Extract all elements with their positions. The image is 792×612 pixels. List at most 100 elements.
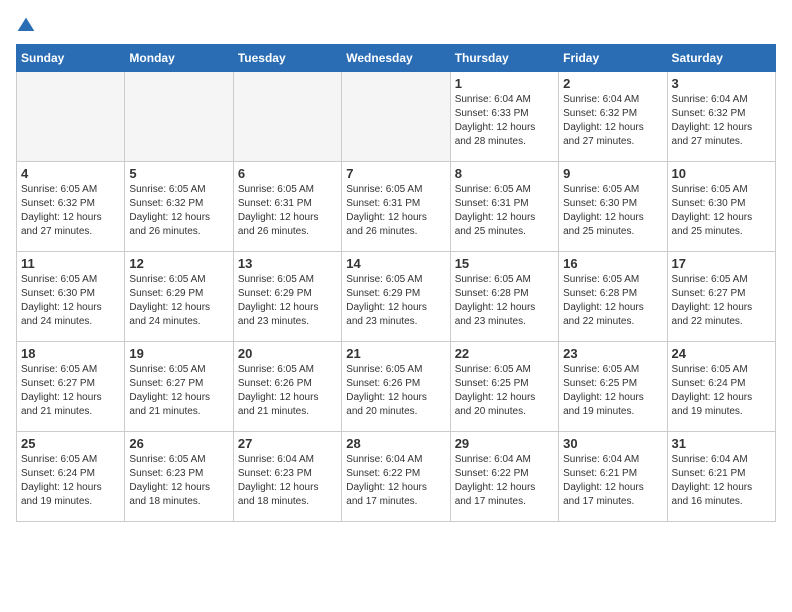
- day-info: Sunrise: 6:04 AM Sunset: 6:23 PM Dayligh…: [238, 453, 337, 509]
- day-number: 31: [672, 436, 771, 451]
- day-number: 9: [563, 166, 662, 181]
- day-number: 10: [672, 166, 771, 181]
- calendar-day-cell: 11 Sunrise: 6:05 AM Sunset: 6:30 PM Dayli…: [17, 252, 125, 342]
- logo-icon: [16, 16, 36, 36]
- day-number: 18: [21, 346, 120, 361]
- day-number: 25: [21, 436, 120, 451]
- day-number: 14: [346, 256, 445, 271]
- day-info: Sunrise: 6:05 AM Sunset: 6:26 PM Dayligh…: [346, 363, 445, 419]
- calendar-day-cell: 31 Sunrise: 6:04 AM Sunset: 6:21 PM Dayli…: [667, 432, 775, 522]
- day-info: Sunrise: 6:05 AM Sunset: 6:25 PM Dayligh…: [455, 363, 554, 419]
- calendar-day-cell: 22Sunrise: 6:05 AM Sunset: 6:25 PM Dayli…: [450, 342, 558, 432]
- day-info: Sunrise: 6:05 AM Sunset: 6:24 PM Dayligh…: [21, 453, 120, 509]
- calendar-week-row: 11 Sunrise: 6:05 AM Sunset: 6:30 PM Dayli…: [17, 252, 776, 342]
- day-info: Sunrise: 6:05 AM Sunset: 6:30 PM Dayligh…: [563, 183, 662, 239]
- day-info: Sunrise: 6:04 AM Sunset: 6:21 PM Dayligh…: [672, 453, 771, 509]
- calendar-day-cell: 18 Sunrise: 6:05 AM Sunset: 6:27 PM Dayli…: [17, 342, 125, 432]
- calendar-day-cell: [233, 72, 341, 162]
- calendar-day-cell: 14 Sunrise: 6:05 AM Sunset: 6:29 PM Dayli…: [342, 252, 450, 342]
- day-number: 7: [346, 166, 445, 181]
- page-header: [16, 16, 776, 36]
- day-of-week-header: Wednesday: [342, 45, 450, 72]
- day-number: 4: [21, 166, 120, 181]
- day-of-week-header: Monday: [125, 45, 233, 72]
- day-number: 15: [455, 256, 554, 271]
- day-info: Sunrise: 6:05 AM Sunset: 6:27 PM Dayligh…: [21, 363, 120, 419]
- calendar-day-cell: 2 Sunrise: 6:04 AM Sunset: 6:32 PM Daylig…: [559, 72, 667, 162]
- day-info: Sunrise: 6:05 AM Sunset: 6:28 PM Dayligh…: [455, 273, 554, 329]
- calendar-day-cell: 24 Sunrise: 6:05 AM Sunset: 6:24 PM Dayli…: [667, 342, 775, 432]
- calendar-day-cell: 4 Sunrise: 6:05 AM Sunset: 6:32 PM Daylig…: [17, 162, 125, 252]
- day-info: Sunrise: 6:04 AM Sunset: 6:21 PM Dayligh…: [563, 453, 662, 509]
- day-info: Sunrise: 6:05 AM Sunset: 6:28 PM Dayligh…: [563, 273, 662, 329]
- calendar-table: SundayMondayTuesdayWednesdayThursdayFrid…: [16, 44, 776, 522]
- calendar-day-cell: [17, 72, 125, 162]
- day-number: 28: [346, 436, 445, 451]
- day-number: 19: [129, 346, 228, 361]
- day-info: Sunrise: 6:04 AM Sunset: 6:22 PM Dayligh…: [346, 453, 445, 509]
- day-number: 11: [21, 256, 120, 271]
- day-info: Sunrise: 6:04 AM Sunset: 6:22 PM Dayligh…: [455, 453, 554, 509]
- day-info: Sunrise: 6:05 AM Sunset: 6:27 PM Dayligh…: [129, 363, 228, 419]
- calendar-day-cell: 1 Sunrise: 6:04 AM Sunset: 6:33 PM Daylig…: [450, 72, 558, 162]
- day-number: 8: [455, 166, 554, 181]
- calendar-day-cell: 29 Sunrise: 6:04 AM Sunset: 6:22 PM Dayli…: [450, 432, 558, 522]
- day-number: 1: [455, 76, 554, 91]
- calendar-day-cell: [342, 72, 450, 162]
- calendar-day-cell: 10 Sunrise: 6:05 AM Sunset: 6:30 PM Dayli…: [667, 162, 775, 252]
- day-of-week-header: Tuesday: [233, 45, 341, 72]
- calendar-week-row: 18 Sunrise: 6:05 AM Sunset: 6:27 PM Dayli…: [17, 342, 776, 432]
- calendar-day-cell: 26 Sunrise: 6:05 AM Sunset: 6:23 PM Dayli…: [125, 432, 233, 522]
- calendar-day-cell: [125, 72, 233, 162]
- calendar-day-cell: 15 Sunrise: 6:05 AM Sunset: 6:28 PM Dayli…: [450, 252, 558, 342]
- calendar-day-cell: 6Sunrise: 6:05 AM Sunset: 6:31 PM Daylig…: [233, 162, 341, 252]
- day-number: 2: [563, 76, 662, 91]
- logo: [16, 16, 40, 36]
- day-of-week-header: Thursday: [450, 45, 558, 72]
- day-number: 5: [129, 166, 228, 181]
- day-number: 17: [672, 256, 771, 271]
- calendar-day-cell: 13 Sunrise: 6:05 AM Sunset: 6:29 PM Dayli…: [233, 252, 341, 342]
- day-info: Sunrise: 6:05 AM Sunset: 6:25 PM Dayligh…: [563, 363, 662, 419]
- day-of-week-header: Sunday: [17, 45, 125, 72]
- calendar-day-cell: 3Sunrise: 6:04 AM Sunset: 6:32 PM Daylig…: [667, 72, 775, 162]
- day-info: Sunrise: 6:05 AM Sunset: 6:27 PM Dayligh…: [672, 273, 771, 329]
- day-info: Sunrise: 6:05 AM Sunset: 6:31 PM Dayligh…: [346, 183, 445, 239]
- calendar-day-cell: 16 Sunrise: 6:05 AM Sunset: 6:28 PM Dayli…: [559, 252, 667, 342]
- day-info: Sunrise: 6:05 AM Sunset: 6:31 PM Dayligh…: [238, 183, 337, 239]
- calendar-day-cell: 9 Sunrise: 6:05 AM Sunset: 6:30 PM Daylig…: [559, 162, 667, 252]
- calendar-day-cell: 8 Sunrise: 6:05 AM Sunset: 6:31 PM Daylig…: [450, 162, 558, 252]
- day-info: Sunrise: 6:05 AM Sunset: 6:31 PM Dayligh…: [455, 183, 554, 239]
- calendar-week-row: 4 Sunrise: 6:05 AM Sunset: 6:32 PM Daylig…: [17, 162, 776, 252]
- day-number: 29: [455, 436, 554, 451]
- day-info: Sunrise: 6:05 AM Sunset: 6:29 PM Dayligh…: [238, 273, 337, 329]
- calendar-week-row: 25 Sunrise: 6:05 AM Sunset: 6:24 PM Dayli…: [17, 432, 776, 522]
- day-number: 21: [346, 346, 445, 361]
- day-number: 26: [129, 436, 228, 451]
- day-info: Sunrise: 6:05 AM Sunset: 6:30 PM Dayligh…: [21, 273, 120, 329]
- calendar-day-cell: 21 Sunrise: 6:05 AM Sunset: 6:26 PM Dayli…: [342, 342, 450, 432]
- day-number: 20: [238, 346, 337, 361]
- day-number: 30: [563, 436, 662, 451]
- day-info: Sunrise: 6:05 AM Sunset: 6:23 PM Dayligh…: [129, 453, 228, 509]
- day-info: Sunrise: 6:05 AM Sunset: 6:29 PM Dayligh…: [346, 273, 445, 329]
- calendar-day-cell: 25 Sunrise: 6:05 AM Sunset: 6:24 PM Dayli…: [17, 432, 125, 522]
- day-info: Sunrise: 6:05 AM Sunset: 6:24 PM Dayligh…: [672, 363, 771, 419]
- calendar-day-cell: 7 Sunrise: 6:05 AM Sunset: 6:31 PM Daylig…: [342, 162, 450, 252]
- day-info: Sunrise: 6:04 AM Sunset: 6:32 PM Dayligh…: [672, 93, 771, 149]
- day-number: 12: [129, 256, 228, 271]
- calendar-day-cell: 19 Sunrise: 6:05 AM Sunset: 6:27 PM Dayli…: [125, 342, 233, 432]
- day-info: Sunrise: 6:04 AM Sunset: 6:33 PM Dayligh…: [455, 93, 554, 149]
- day-info: Sunrise: 6:04 AM Sunset: 6:32 PM Dayligh…: [563, 93, 662, 149]
- calendar-day-cell: 27Sunrise: 6:04 AM Sunset: 6:23 PM Dayli…: [233, 432, 341, 522]
- day-of-week-header: Saturday: [667, 45, 775, 72]
- calendar-day-cell: 23Sunrise: 6:05 AM Sunset: 6:25 PM Dayli…: [559, 342, 667, 432]
- day-info: Sunrise: 6:05 AM Sunset: 6:32 PM Dayligh…: [129, 183, 228, 239]
- day-number: 13: [238, 256, 337, 271]
- day-info: Sunrise: 6:05 AM Sunset: 6:29 PM Dayligh…: [129, 273, 228, 329]
- day-info: Sunrise: 6:05 AM Sunset: 6:30 PM Dayligh…: [672, 183, 771, 239]
- day-info: Sunrise: 6:05 AM Sunset: 6:26 PM Dayligh…: [238, 363, 337, 419]
- day-number: 16: [563, 256, 662, 271]
- day-info: Sunrise: 6:05 AM Sunset: 6:32 PM Dayligh…: [21, 183, 120, 239]
- day-number: 24: [672, 346, 771, 361]
